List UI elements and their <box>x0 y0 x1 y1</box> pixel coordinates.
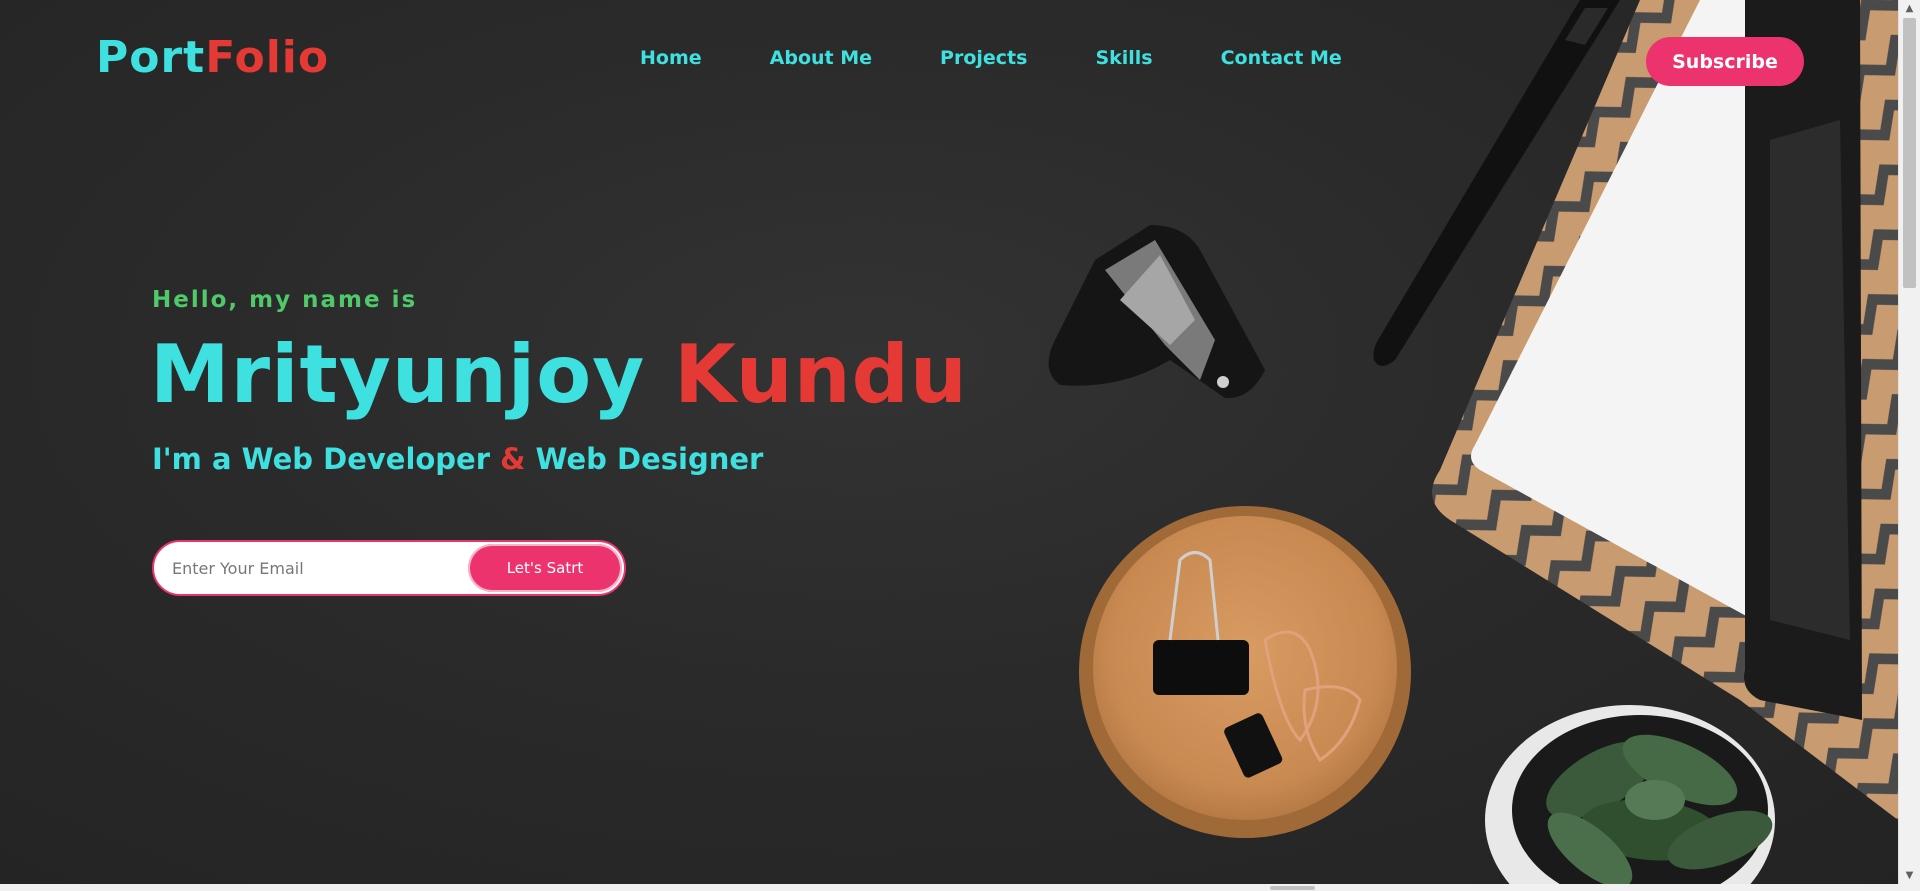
nav-projects[interactable]: Projects <box>940 47 1027 69</box>
cork-tray-decoration <box>1079 506 1411 838</box>
hero-first-name: Mrityunjoy <box>150 328 646 421</box>
triangle-down-icon[interactable]: ▼ <box>1899 867 1920 884</box>
email-signup-form: Let's Satrt <box>152 540 626 596</box>
triangle-up-icon[interactable]: ▲ <box>1899 0 1920 17</box>
nav-home[interactable]: Home <box>640 47 702 69</box>
main-nav: Home About Me Projects Skills Contact Me <box>640 47 1342 69</box>
hero-greeting: Hello, my name is <box>152 287 418 313</box>
vertical-scrollbar[interactable]: ▲ ▼ <box>1898 0 1920 884</box>
hero-role-ampersand: & <box>500 442 526 476</box>
logo-part-folio: Folio <box>205 32 330 83</box>
succulent-plant-decoration <box>1485 705 1775 884</box>
page: PortFolio Home About Me Projects Skills … <box>0 0 1898 884</box>
horizontal-scrollbar-thumb[interactable] <box>1270 886 1315 890</box>
site-logo[interactable]: PortFolio <box>96 32 329 83</box>
nav-skills[interactable]: Skills <box>1095 47 1152 69</box>
subscribe-button[interactable]: Subscribe <box>1646 37 1804 86</box>
nav-contact-me[interactable]: Contact Me <box>1221 47 1342 69</box>
hero-role-suffix: Web Designer <box>535 442 764 476</box>
staple-remover-decoration <box>1048 225 1265 399</box>
hero-role: I'm a Web Developer & Web Designer <box>152 442 763 476</box>
scrollbar-thumb[interactable] <box>1903 18 1916 288</box>
horizontal-scrollbar[interactable] <box>0 884 1920 891</box>
lets-start-button[interactable]: Let's Satrt <box>468 544 622 592</box>
logo-part-port: Port <box>96 32 206 83</box>
hero-name: Mrityunjoy Kundu <box>150 328 968 421</box>
clipboard-decoration <box>1432 0 1898 820</box>
hero-last-name: Kundu <box>674 328 968 421</box>
email-input[interactable] <box>172 554 442 582</box>
hero-role-prefix: I'm a Web Developer <box>152 442 491 476</box>
nav-about-me[interactable]: About Me <box>770 47 872 69</box>
